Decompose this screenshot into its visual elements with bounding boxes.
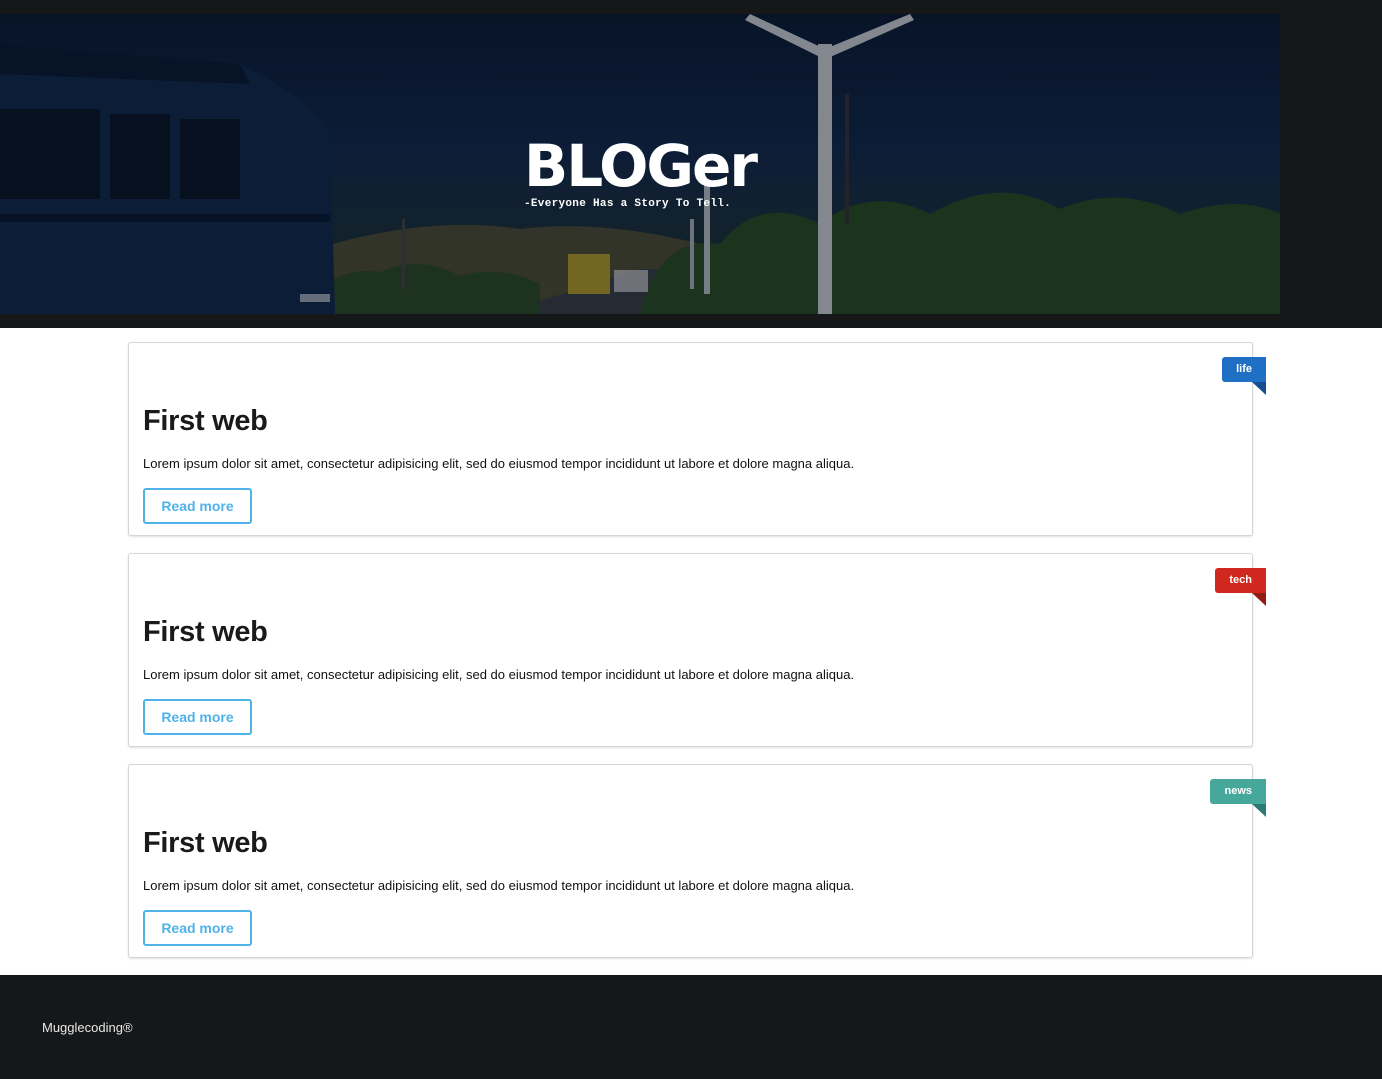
read-more-button[interactable]: Read more — [143, 699, 252, 735]
post-title: First web — [143, 405, 268, 437]
post-card-1: life First web Lorem ipsum dolor sit ame… — [128, 342, 1266, 536]
brand: BLOGer -Everyone Has a Story To Tell. — [524, 132, 758, 210]
post-excerpt: Lorem ipsum dolor sit amet, consectetur … — [143, 456, 855, 471]
post-card-3: news First web Lorem ipsum dolor sit ame… — [128, 764, 1266, 958]
read-more-button[interactable]: Read more — [143, 910, 252, 946]
read-more-button[interactable]: Read more — [143, 488, 252, 524]
post-title: First web — [143, 616, 268, 648]
site-title: BLOGer — [524, 132, 758, 200]
tag-ribbon-tech[interactable]: tech — [1215, 568, 1266, 606]
hero-banner: BLOGer -Everyone Has a Story To Tell. — [0, 14, 1280, 314]
tag-ribbon-life[interactable]: life — [1222, 357, 1266, 395]
site-tagline: -Everyone Has a Story To Tell. — [524, 198, 732, 210]
post-excerpt: Lorem ipsum dolor sit amet, consectetur … — [143, 667, 855, 682]
footer: Mugglecoding® — [0, 975, 1382, 1079]
post-title: First web — [143, 827, 268, 859]
post-card-2: tech First web Lorem ipsum dolor sit ame… — [128, 553, 1266, 747]
post-excerpt: Lorem ipsum dolor sit amet, consectetur … — [143, 878, 855, 893]
footer-copyright: Mugglecoding® — [42, 1020, 133, 1035]
tag-ribbon-news[interactable]: news — [1210, 779, 1266, 817]
